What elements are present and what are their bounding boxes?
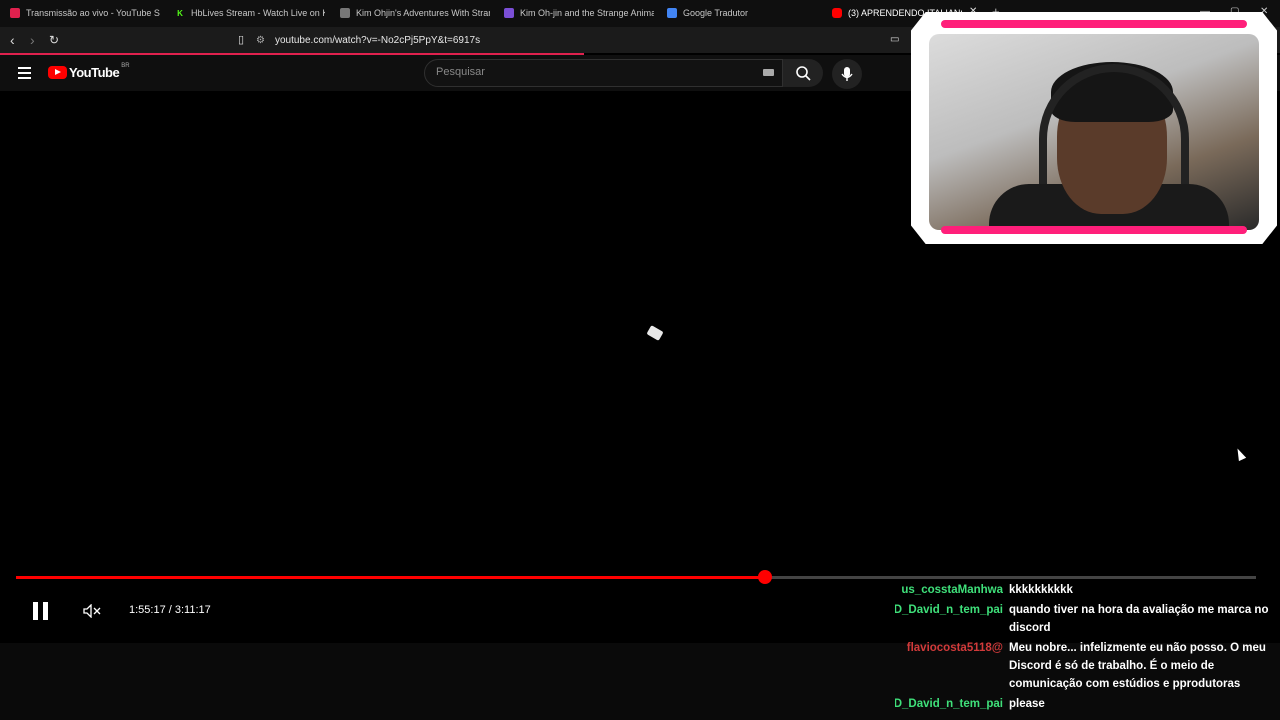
webtoon-icon <box>504 8 514 18</box>
address-bar[interactable]: ⚙ youtube.com/watch?v=-No2cPj5PpY&t=6917… <box>256 30 906 50</box>
search-icon <box>796 66 811 81</box>
progress-played <box>16 576 765 579</box>
progress-scrubber[interactable] <box>757 570 772 584</box>
youtube-play-icon <box>48 66 67 79</box>
tab-kick[interactable]: K HbLives Stream - Watch Live on Kick <box>175 4 325 22</box>
tab-kim-ohjin-adventures[interactable]: Kim Ohjin's Adventures With Strange <box>340 4 490 22</box>
tab-label: Google Tradutor <box>683 8 749 18</box>
book-icon <box>340 8 350 18</box>
forward-icon[interactable]: › <box>30 32 35 48</box>
search-button[interactable] <box>783 59 823 87</box>
region-code: BR <box>121 62 130 69</box>
bookmark-icon[interactable]: ▯ <box>238 33 244 46</box>
time-display: 1:55:17 / 3:11:17 <box>129 604 211 616</box>
pause-button[interactable] <box>33 602 49 620</box>
kick-icon: K <box>177 8 183 18</box>
chat-username: D_David_n_tem_pai <box>895 698 1003 710</box>
url-text: youtube.com/watch?v=-No2cPj5PpY&t=6917s <box>274 34 481 46</box>
pause-icon-bar <box>43 602 48 620</box>
search-input[interactable]: Pesquisar <box>424 59 783 87</box>
chat-text: Meu nobre... infelizmente eu não posso. … <box>1009 642 1266 690</box>
google-translate-icon <box>667 8 677 18</box>
youtube-logo[interactable]: YouTube BR <box>48 62 130 80</box>
tab-label: Kim Ohjin's Adventures With Strange <box>356 8 490 18</box>
search-placeholder: Pesquisar <box>436 66 485 78</box>
pause-icon <box>33 602 38 620</box>
webcam-accent-top <box>941 20 1247 28</box>
webcam-accent-bottom <box>941 226 1247 234</box>
tab-kim-ohjin-strange-animals[interactable]: Kim Oh-jin and the Strange Animals <box>504 4 654 22</box>
chat-message: us_cosstaManhwa kkkkkkkkkk <box>895 581 1275 599</box>
tab-youtube-studio[interactable]: Transmissão ao vivo - YouTube Studio <box>10 4 160 22</box>
chat-overlay: us_cosstaManhwa kkkkkkkkkk D_David_n_tem… <box>895 581 1275 713</box>
reload-icon[interactable]: ↻ <box>49 33 59 47</box>
chat-text: kkkkkkkkkk <box>1009 584 1073 596</box>
muted-speaker-icon <box>83 603 101 619</box>
chat-text: quando tiver na hora da avaliação me mar… <box>1009 604 1269 634</box>
chat-username: D_David_n_tem_pai <box>895 604 1003 616</box>
voice-search-button[interactable] <box>832 59 862 89</box>
chat-message: @flaviocosta5118 Meu nobre... infelizmen… <box>895 639 1275 693</box>
youtube-wordmark: YouTube <box>69 65 120 80</box>
mute-button[interactable] <box>83 603 101 619</box>
back-icon[interactable]: ‹ <box>10 32 15 48</box>
chat-text: please <box>1009 698 1045 710</box>
tab-label: Kim Oh-jin and the Strange Animals <box>520 8 654 18</box>
youtube-icon <box>832 8 842 18</box>
chat-message: D_David_n_tem_pai please <box>895 695 1275 713</box>
tab-label: Transmissão ao vivo - YouTube Studio <box>26 8 160 18</box>
keyboard-icon[interactable] <box>763 69 774 76</box>
webcam-overlay: LHBs <box>911 12 1277 244</box>
chat-username: @flaviocosta5118 <box>906 642 1003 654</box>
chat-message: D_David_n_tem_pai quando tiver na hora d… <box>895 601 1275 637</box>
menu-icon[interactable] <box>18 67 31 82</box>
site-info-icon[interactable]: ⚙ <box>256 35 265 46</box>
tab-google-tradutor[interactable]: Google Tradutor <box>667 4 817 22</box>
webcam-feed: LHBs <box>929 34 1259 230</box>
cast-icon[interactable]: ▭ <box>890 34 899 45</box>
chat-username: us_cosstaManhwa <box>901 584 1003 596</box>
microphone-icon <box>841 67 853 81</box>
youtube-studio-icon <box>10 8 20 18</box>
tab-label: HbLives Stream - Watch Live on Kick <box>191 8 325 18</box>
